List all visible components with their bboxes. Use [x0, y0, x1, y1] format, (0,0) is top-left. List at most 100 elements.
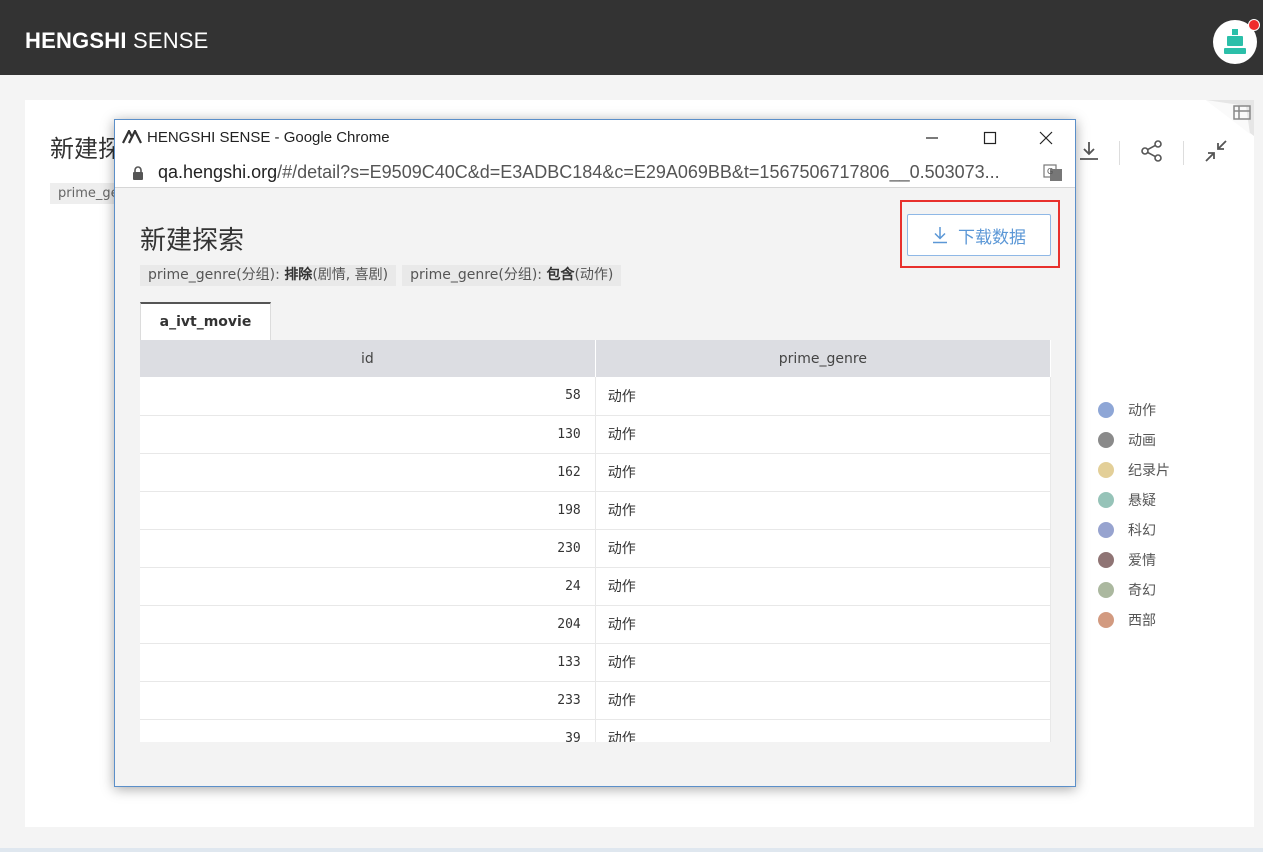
page-title: 新建探索: [140, 226, 245, 256]
legend-label: 西部: [1128, 613, 1156, 629]
legend-item[interactable]: 奇幻: [1097, 575, 1170, 605]
url-text[interactable]: qa.hengshi.org/#/detail?s=E9509C40C&d=E3…: [158, 161, 1000, 183]
legend-item[interactable]: 西部: [1097, 605, 1170, 635]
close-icon: [1039, 131, 1053, 145]
filter-values: (剧情, 喜剧): [312, 267, 389, 283]
table-row[interactable]: 58 动作: [140, 377, 1051, 416]
cell-id: 133: [140, 643, 596, 682]
cell-prime-genre: 动作: [595, 415, 1051, 454]
close-button[interactable]: [1017, 120, 1075, 156]
legend-item[interactable]: 悬疑: [1097, 485, 1170, 515]
collapse-icon[interactable]: [1203, 138, 1229, 164]
legend-swatch: [1098, 612, 1114, 628]
table-row[interactable]: 24 动作: [140, 567, 1051, 606]
chrome-popup-window: HENGSHI SENSE - Google Chrome qa.hengshi…: [114, 119, 1076, 787]
table-body: 58 动作 130 动作 162 动作 198 动作 230 动作 24 动作 204 动作 133 动作 23…: [140, 377, 1051, 742]
tab-a-ivt-movie[interactable]: a_ivt_movie: [140, 302, 271, 340]
legend-swatch: [1098, 462, 1114, 478]
cell-id: 58: [140, 377, 596, 416]
table-row[interactable]: 198 动作: [140, 491, 1051, 530]
cell-prime-genre: 动作: [595, 605, 1051, 644]
table-row[interactable]: 130 动作: [140, 415, 1051, 454]
filter-prefix: prime_genre(分组):: [410, 267, 547, 283]
toolbar-divider: [1183, 141, 1184, 165]
cell-prime-genre: 动作: [595, 377, 1051, 416]
table-row[interactable]: 133 动作: [140, 643, 1051, 682]
legend-label: 科幻: [1128, 523, 1156, 539]
window-bottom-border: [0, 848, 1263, 852]
window-title: HENGSHI SENSE - Google Chrome: [147, 129, 390, 146]
cell-prime-genre: 动作: [595, 567, 1051, 606]
legend-swatch: [1098, 432, 1114, 448]
translate-icon[interactable]: G: [1043, 164, 1063, 182]
legend-label: 爱情: [1128, 553, 1156, 569]
filter-op: 排除: [284, 267, 313, 283]
popup-content: 新建探索 prime_genre(分组): 排除(剧情, 喜剧) prime_ge…: [115, 189, 1075, 786]
legend-label: 奇幻: [1128, 583, 1156, 599]
chart-legend: 动作动画纪录片悬疑科幻爱情奇幻西部: [1097, 395, 1170, 635]
legend-swatch: [1098, 402, 1114, 418]
legend-item[interactable]: 科幻: [1097, 515, 1170, 545]
table-row[interactable]: 39 动作: [140, 719, 1051, 742]
notification-badge: [1248, 19, 1260, 31]
table-row[interactable]: 233 动作: [140, 681, 1051, 720]
brand-bold: HENGSHI: [25, 28, 127, 53]
data-table: id prime_genre 58 动作 130 动作 162 动作 198 动作 230 动作 24…: [140, 340, 1051, 742]
legend-label: 纪录片: [1128, 463, 1170, 479]
legend-swatch: [1098, 552, 1114, 568]
cell-prime-genre: 动作: [595, 719, 1051, 742]
cell-prime-genre: 动作: [595, 453, 1051, 492]
table-row[interactable]: 162 动作: [140, 453, 1051, 492]
legend-item[interactable]: 动作: [1097, 395, 1170, 425]
legend-swatch: [1098, 582, 1114, 598]
cell-id: 24: [140, 567, 596, 606]
lock-icon[interactable]: [132, 166, 144, 180]
legend-item[interactable]: 爱情: [1097, 545, 1170, 575]
filter-list: prime_genre(分组): 排除(剧情, 喜剧) prime_genre(分…: [140, 265, 627, 286]
minimize-icon: [926, 137, 938, 139]
legend-item[interactable]: 动画: [1097, 425, 1170, 455]
cell-prime-genre: 动作: [595, 491, 1051, 530]
legend-label: 悬疑: [1128, 493, 1156, 509]
maximize-button[interactable]: [961, 120, 1019, 156]
filter-op: 包含: [546, 267, 575, 283]
cell-id: 204: [140, 605, 596, 644]
address-bar[interactable]: qa.hengshi.org/#/detail?s=E9509C40C&d=E3…: [115, 156, 1075, 188]
window-titlebar[interactable]: HENGSHI SENSE - Google Chrome: [115, 120, 1075, 156]
data-table-container[interactable]: id prime_genre 58 动作 130 动作 162 动作 198 动作 230 动作 24…: [140, 340, 1051, 742]
brand-rest: SENSE: [126, 28, 209, 53]
toolbar-divider: [1119, 141, 1120, 165]
table-row[interactable]: 230 动作: [140, 529, 1051, 568]
app-header: HENGSHI SENSE: [0, 0, 1263, 75]
legend-swatch: [1098, 522, 1114, 538]
cell-prime-genre: 动作: [595, 529, 1051, 568]
cell-id: 162: [140, 453, 596, 492]
cell-id: 130: [140, 415, 596, 454]
table-row[interactable]: 204 动作: [140, 605, 1051, 644]
share-icon[interactable]: [1139, 138, 1165, 164]
cell-prime-genre: 动作: [595, 681, 1051, 720]
url-path: /#/detail?s=E9509C40C&d=E3ADBC184&c=E29A…: [277, 162, 1000, 182]
maximize-icon: [983, 131, 997, 145]
legend-swatch: [1098, 492, 1114, 508]
filter-prefix: prime_genre(分组):: [148, 267, 285, 283]
filter-tag[interactable]: prime_genre(分组): 排除(剧情, 喜剧): [140, 265, 397, 286]
column-header-prime-genre[interactable]: prime_genre: [595, 340, 1051, 377]
hengshi-logo-icon: [122, 130, 142, 144]
highlight-annotation: [900, 200, 1060, 268]
url-host: qa.hengshi.org: [158, 162, 278, 182]
brand-logo[interactable]: HENGSHI SENSE: [25, 27, 209, 55]
cell-id: 233: [140, 681, 596, 720]
page-fold-icon[interactable]: [1206, 100, 1254, 136]
table-header-row: id prime_genre: [140, 340, 1051, 377]
download-icon[interactable]: [1076, 138, 1102, 164]
filter-tag[interactable]: prime_genre(分组): 包含(动作): [402, 265, 622, 286]
column-header-id[interactable]: id: [140, 340, 596, 377]
legend-item[interactable]: 纪录片: [1097, 455, 1170, 485]
cell-id: 39: [140, 719, 596, 742]
robot-icon: [1224, 29, 1246, 54]
dashboard-filter-tag[interactable]: prime_ge: [50, 183, 120, 204]
minimize-button[interactable]: [903, 120, 961, 156]
legend-label: 动画: [1128, 433, 1156, 449]
cell-prime-genre: 动作: [595, 643, 1051, 682]
